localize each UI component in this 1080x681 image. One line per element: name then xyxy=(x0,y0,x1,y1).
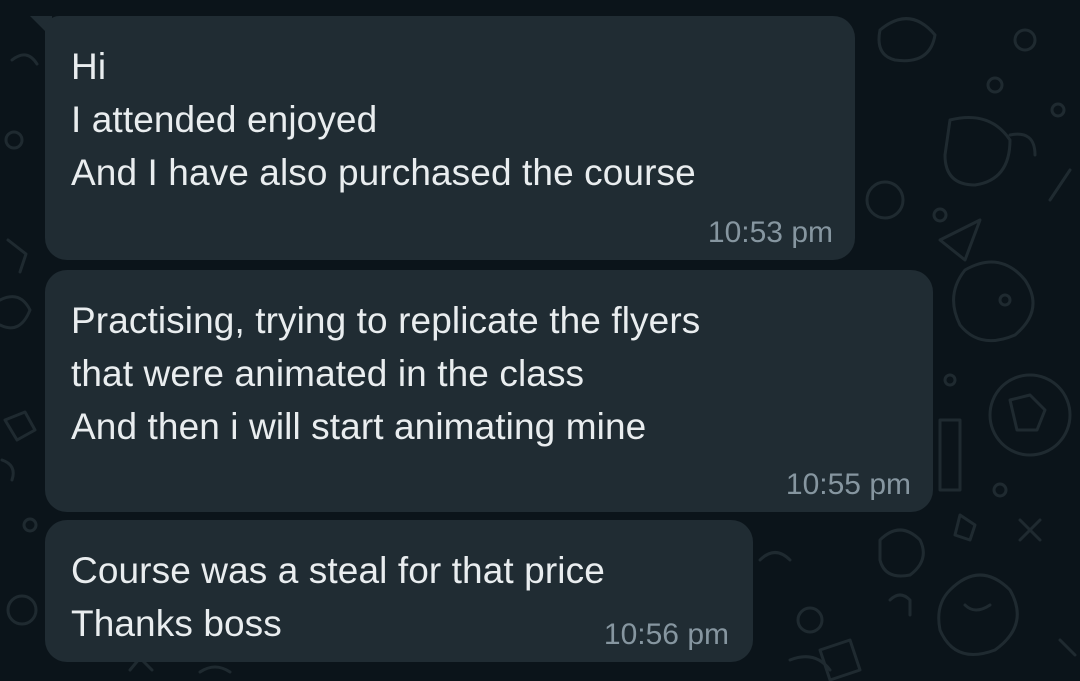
message-timestamp: 10:55 pm xyxy=(785,468,911,501)
message-text: Practising, trying to replicate the flye… xyxy=(71,300,701,447)
message-timestamp: 10:56 pm xyxy=(603,618,729,651)
message-text: Hi I attended enjoyed And I have also pu… xyxy=(71,46,696,193)
message-bubble-incoming[interactable]: Course was a steal for that price Thanks… xyxy=(45,520,753,662)
message-timestamp: 10:53 pm xyxy=(707,216,833,249)
message-bubble-incoming[interactable]: Hi I attended enjoyed And I have also pu… xyxy=(45,16,855,260)
message-bubble-incoming[interactable]: Practising, trying to replicate the flye… xyxy=(45,270,933,512)
chat-area[interactable]: Hi I attended enjoyed And I have also pu… xyxy=(0,0,1080,681)
